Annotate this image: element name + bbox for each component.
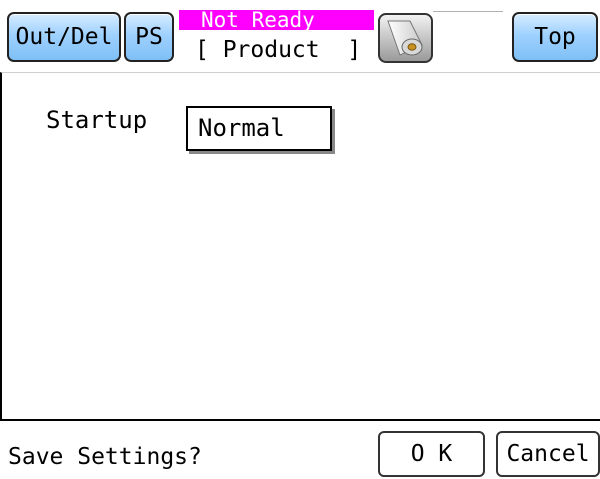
paper-roll-icon — [387, 20, 423, 56]
top-button[interactable]: Top — [512, 12, 598, 62]
paper-roll-button[interactable] — [378, 13, 433, 63]
header-divider — [433, 11, 503, 12]
cancel-button[interactable]: Cancel — [496, 431, 600, 477]
ps-button[interactable]: PS — [124, 12, 174, 62]
startup-label: Startup — [46, 106, 148, 134]
mode-label: [ Product ] — [195, 37, 362, 63]
startup-select[interactable]: Normal — [186, 106, 332, 151]
out-del-button[interactable]: Out/Del — [7, 12, 121, 62]
footer-bar: Save Settings? O K Cancel — [0, 419, 600, 479]
status-badge: Not Ready — [179, 10, 374, 30]
header-bar: Out/Del PS Not Ready [ Product ] Top — [0, 0, 600, 72]
save-settings-prompt: Save Settings? — [8, 444, 202, 470]
ok-button[interactable]: O K — [378, 431, 485, 477]
